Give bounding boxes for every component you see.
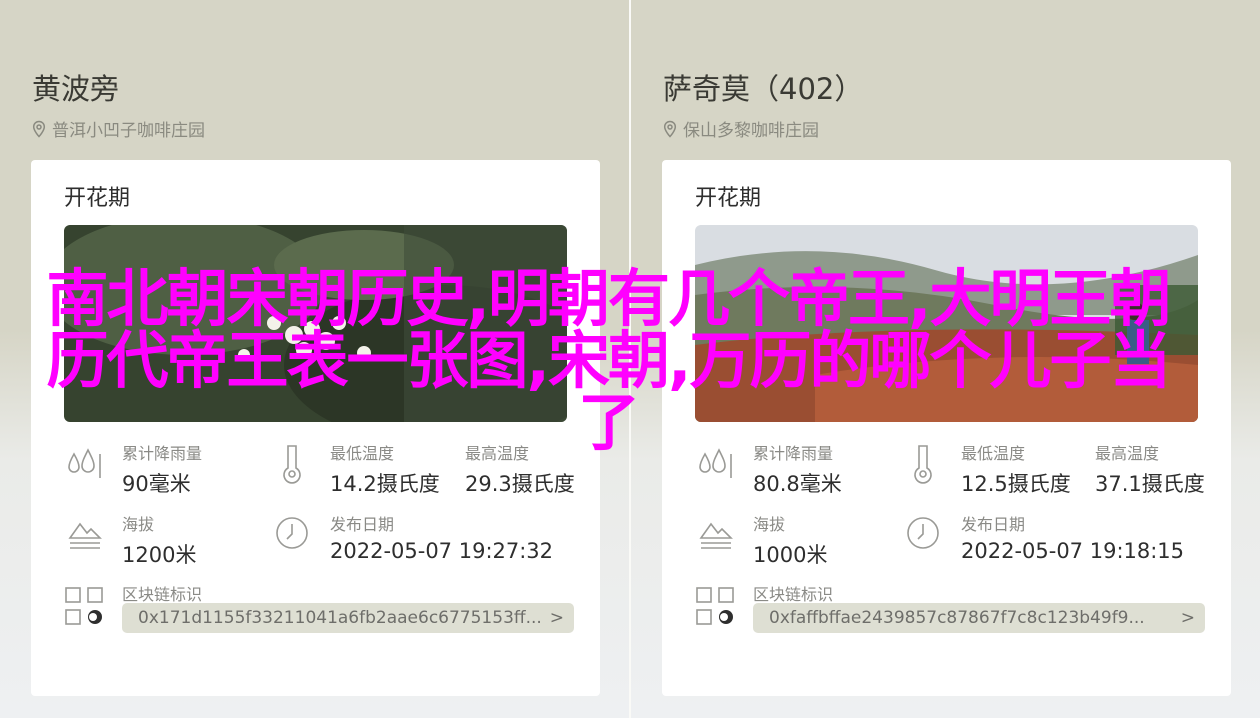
- farm-name: 萨奇莫（402）: [663, 72, 864, 106]
- blockchain-icon: [65, 587, 103, 625]
- publish-date-label: 发布日期: [961, 515, 1026, 534]
- location-pin-icon: [32, 120, 46, 138]
- section-title: 开花期: [695, 186, 762, 211]
- location-text: 保山多黎咖啡庄园: [683, 121, 819, 141]
- rainfall-value: 80.8毫米: [753, 472, 842, 496]
- publish-date-value: 2022-05-07 19:27:32: [330, 539, 554, 563]
- chain-label-wrap: 区块链标识: [122, 581, 202, 605]
- location-row: 普洱小凹子咖啡庄园: [30, 116, 205, 141]
- chain-label: 区块链标识: [122, 585, 203, 604]
- farm-name: 黄波旁: [32, 72, 120, 106]
- altitude-value: 1000米: [753, 543, 828, 567]
- location-row: 保山多黎咖啡庄园: [661, 116, 819, 141]
- location-pin-icon: [663, 120, 677, 138]
- chain-id-value: 0x171d1155f33211041a6fb2aae6c6775153ff..…: [138, 608, 542, 628]
- mountain-icon: [68, 522, 102, 549]
- chain-id-value: 0xfaffbffae2439857c87867f7c8c123b49f9...: [769, 608, 1145, 628]
- min-temp-value: 14.2摄氏度: [330, 472, 440, 496]
- rainfall-value: 90毫米: [122, 472, 191, 496]
- stat-altitude: 海拔 1000米: [753, 511, 827, 569]
- chevron-right-icon: >: [549, 608, 564, 628]
- stat-altitude: 海拔 1200米: [122, 511, 196, 569]
- altitude-label: 海拔: [753, 515, 786, 534]
- chain-id-pill[interactable]: 0x171d1155f33211041a6fb2aae6c6775153ff..…: [122, 603, 574, 633]
- chevron-right-icon: >: [1180, 608, 1195, 628]
- section-title: 开花期: [64, 186, 131, 211]
- altitude-label: 海拔: [122, 515, 155, 534]
- chain-label: 区块链标识: [753, 585, 834, 604]
- chain-id-pill[interactable]: 0xfaffbffae2439857c87867f7c8c123b49f9...…: [753, 603, 1205, 633]
- altitude-value: 1200米: [122, 543, 197, 567]
- min-temp-value: 12.5摄氏度: [961, 472, 1071, 496]
- stat-publish-date: 发布日期 2022-05-07 19:18:15: [961, 511, 1184, 563]
- location-text: 普洱小凹子咖啡庄园: [52, 121, 205, 141]
- publish-date-label: 发布日期: [330, 515, 395, 534]
- overlay-headline: 南北朝宋朝历史,明朝有几个帝王,大明王朝历代帝王表一张图,宋朝,万历的哪个儿子当…: [46, 262, 1171, 459]
- stat-publish-date: 发布日期 2022-05-07 19:27:32: [330, 511, 553, 563]
- clock-icon: [907, 517, 939, 549]
- clock-icon: [276, 517, 308, 549]
- blockchain-icon: [696, 587, 734, 625]
- publish-date-value: 2022-05-07 19:18:15: [961, 539, 1185, 563]
- max-temp-value: 29.3摄氏度: [465, 472, 575, 496]
- mountain-icon: [699, 522, 733, 549]
- max-temp-value: 37.1摄氏度: [1095, 472, 1205, 496]
- chain-label-wrap: 区块链标识: [753, 581, 833, 605]
